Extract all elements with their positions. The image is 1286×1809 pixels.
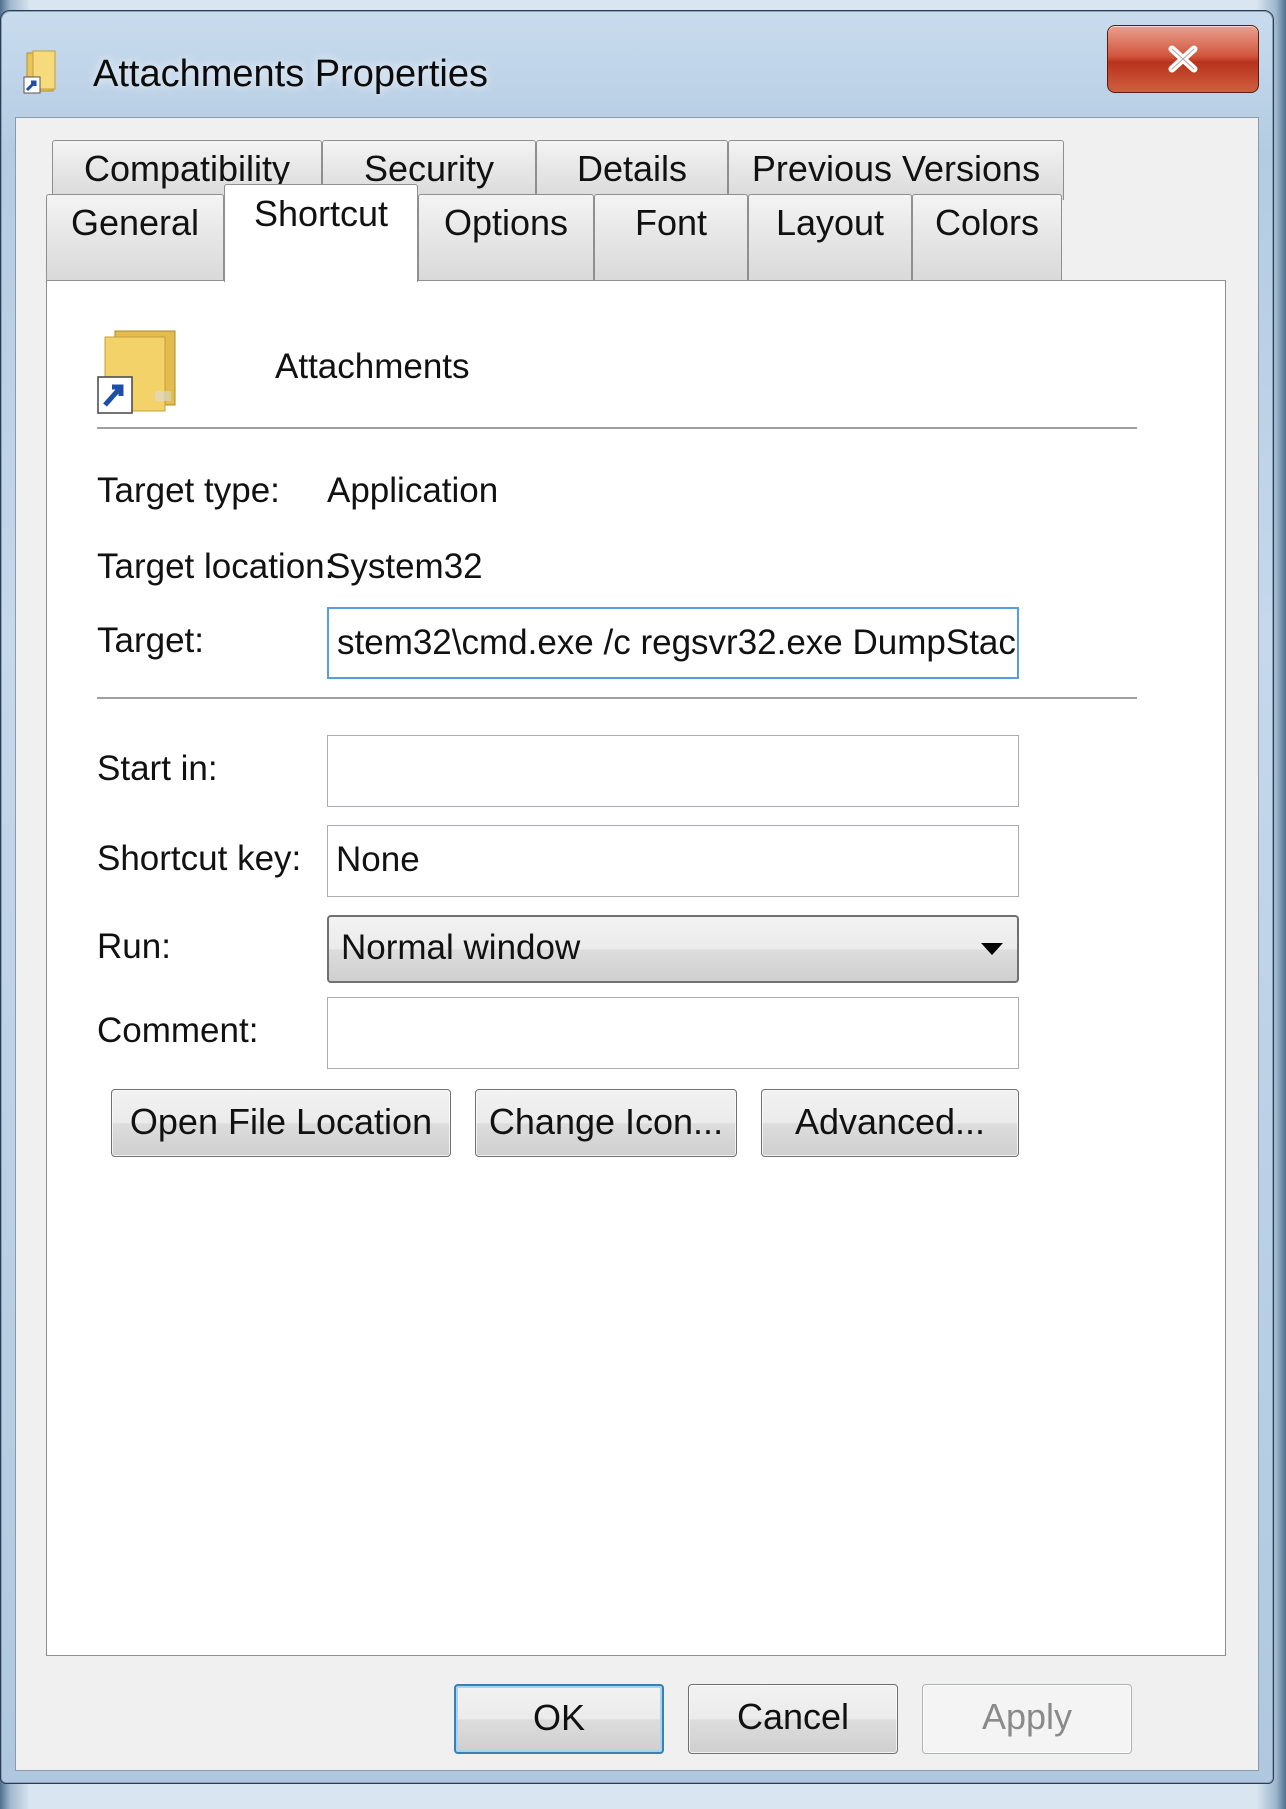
change-icon-button[interactable]: Change Icon... — [475, 1089, 737, 1157]
comment-input[interactable] — [327, 997, 1019, 1069]
tab-colors[interactable]: Colors — [912, 194, 1062, 281]
tab-shortcut[interactable]: Shortcut — [224, 184, 418, 282]
shortcut-tab-panel: Attachments Target type: Application Tar… — [46, 280, 1226, 1656]
target-location-value: System32 — [327, 547, 483, 586]
target-label: Target: — [97, 621, 204, 660]
tab-font[interactable]: Font — [594, 194, 748, 281]
shortcut-key-label: Shortcut key: — [97, 839, 302, 878]
run-select[interactable]: Normal window — [327, 915, 1019, 983]
target-type-value: Application — [327, 471, 499, 510]
target-location-label: Target location: — [97, 547, 335, 586]
close-button[interactable] — [1107, 25, 1259, 93]
properties-window: Attachments Properties Compatibility Sec… — [0, 10, 1274, 1784]
advanced-button[interactable]: Advanced... — [761, 1089, 1019, 1157]
separator-top — [97, 427, 1137, 430]
comment-label: Comment: — [97, 1011, 259, 1050]
start-in-label: Start in: — [97, 749, 218, 788]
dialog-client-area: Compatibility Security Details Previous … — [15, 117, 1259, 1771]
shortcut-key-input[interactable]: None — [327, 825, 1019, 897]
ok-button[interactable]: OK — [454, 1684, 664, 1754]
window-title: Attachments Properties — [93, 53, 488, 95]
run-select-value: Normal window — [341, 928, 581, 967]
apply-button[interactable]: Apply — [922, 1684, 1132, 1754]
target-type-label: Target type: — [97, 471, 280, 510]
run-label: Run: — [97, 927, 171, 966]
folder-icon — [97, 330, 176, 414]
tab-options[interactable]: Options — [418, 194, 594, 281]
tab-details[interactable]: Details — [536, 140, 728, 200]
open-file-location-button[interactable]: Open File Location — [111, 1089, 451, 1157]
close-icon — [1168, 45, 1198, 73]
tab-previous-versions[interactable]: Previous Versions — [728, 140, 1064, 200]
separator-middle — [97, 697, 1137, 700]
tab-layout[interactable]: Layout — [748, 194, 912, 281]
target-input-text: stem32\cmd.exe /c regsvr32.exe DumpStack… — [337, 623, 1019, 662]
shortcut-name: Attachments — [275, 347, 470, 386]
cancel-button[interactable]: Cancel — [688, 1684, 898, 1754]
tab-general[interactable]: General — [46, 194, 224, 281]
folder-shortcut-icon — [23, 50, 56, 94]
dropdown-arrow-icon — [981, 943, 1003, 955]
title-bar[interactable]: Attachments Properties — [1, 11, 1273, 111]
target-input[interactable]: stem32\cmd.exe /c regsvr32.exe DumpStack… — [327, 607, 1019, 679]
start-in-input[interactable] — [327, 735, 1019, 807]
